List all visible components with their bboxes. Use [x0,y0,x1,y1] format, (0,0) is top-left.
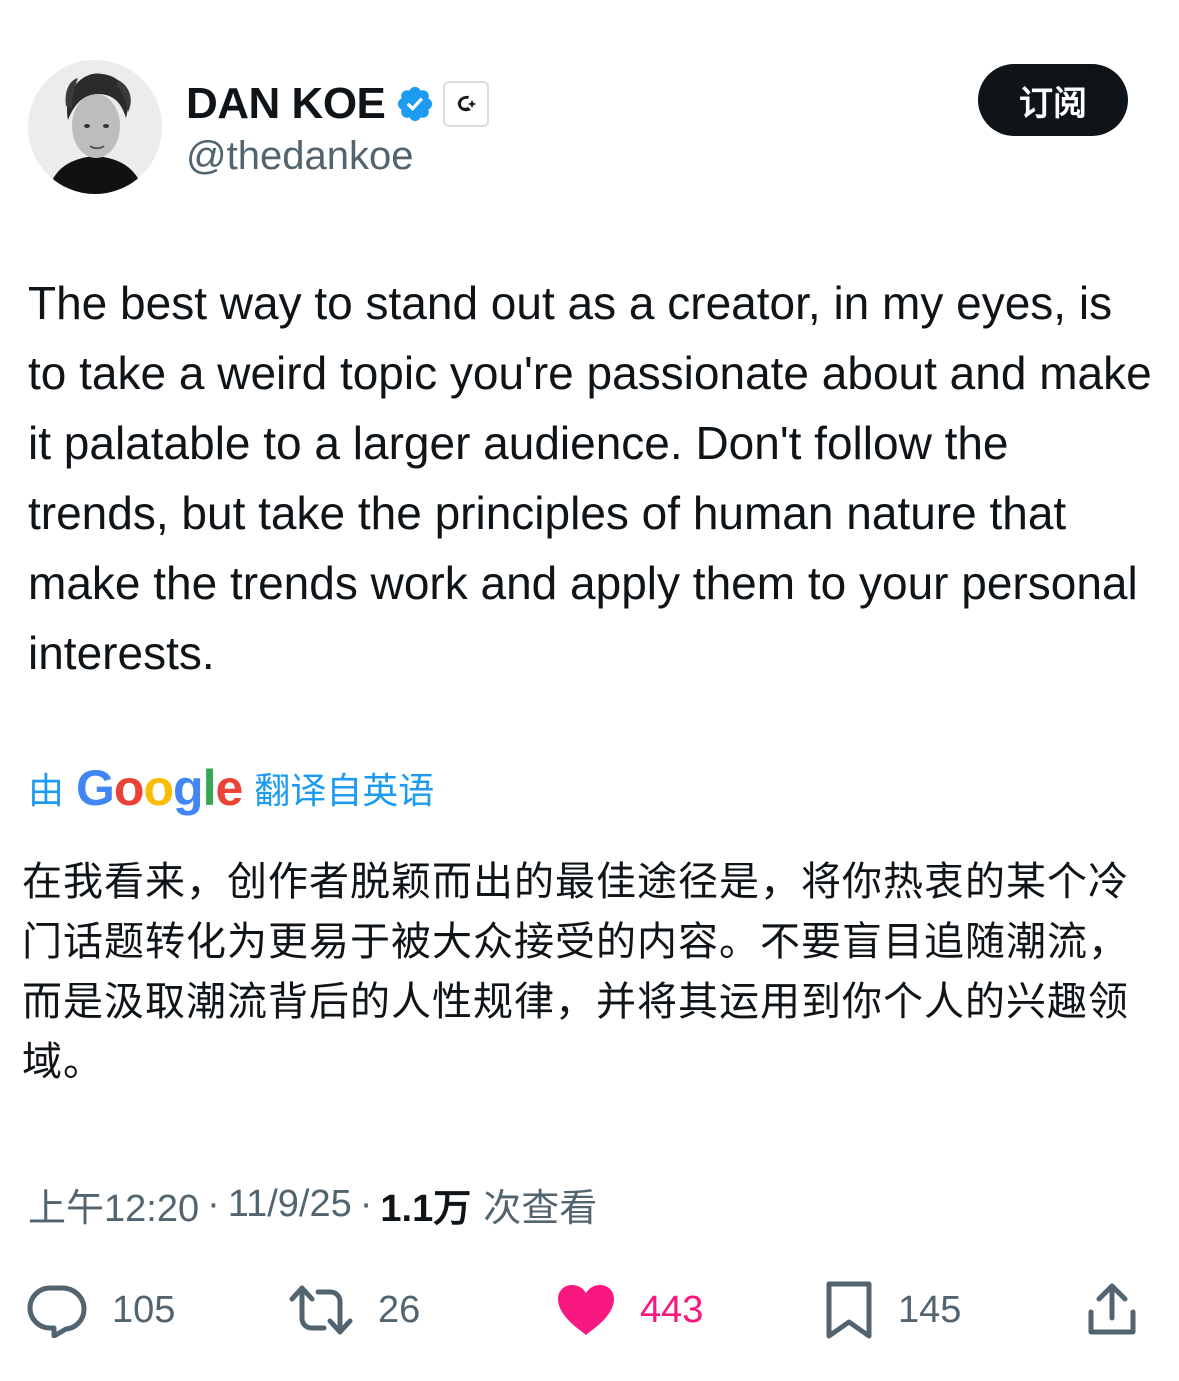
repost-icon [289,1285,353,1335]
author-handle[interactable]: @thedankoe [186,134,413,179]
meta-separator: · [359,1182,373,1225]
like-count: 443 [640,1288,704,1331]
translated-tweet-text: 在我看来，创作者脱颖而出的最佳途径是，将你热衷的某个冷门话题转化为更易于被大众接… [22,859,1129,1085]
tweet-header: DAN KOE @thedankoe 订阅 [28,60,1128,196]
tweet-date[interactable]: 11/9/25 [228,1183,352,1226]
views-label: 次查看 [483,1187,598,1230]
tweet-meta: 上午12:20 · 11/9/25 · 1.1万 次查看 [28,1176,597,1232]
bookmark-icon [826,1281,872,1339]
reply-button[interactable]: 105 [26,1278,175,1342]
share-icon [1088,1283,1136,1335]
bookmark-count: 145 [898,1288,962,1331]
share-button[interactable] [1086,1278,1138,1342]
translation-attribution[interactable]: 由 Google 翻译自英语 [28,758,434,818]
reply-count: 105 [112,1288,176,1331]
tweet-time[interactable]: 上午12:20 [28,1177,199,1232]
tweet-body-text: The best way to stand out as a creator, … [28,277,1152,679]
repost-count: 26 [378,1288,421,1331]
translation-suffix: 翻译自英语 [254,771,435,812]
tweet-actions: 105 26 443 145 [26,1278,1146,1342]
author-display-name[interactable]: DAN KOE [186,79,386,129]
name-row: DAN KOE [186,74,490,134]
google-logo: Google [76,760,243,816]
meta-separator: · [207,1182,220,1225]
translation-prefix: 由 [28,771,65,812]
heart-filled-icon [558,1285,614,1335]
reply-icon [27,1285,87,1338]
repost-button[interactable]: 26 [288,1278,420,1342]
verified-badge-icon [395,84,435,124]
author-avatar[interactable] [28,60,162,194]
avatar-photo [28,60,162,194]
bookmark-button[interactable]: 145 [824,1278,961,1342]
affiliate-logo-icon[interactable] [443,81,490,127]
views-count: 1.1万 [380,1187,472,1230]
subscribe-button[interactable]: 订阅 [978,64,1128,136]
like-button[interactable]: 443 [556,1278,703,1342]
